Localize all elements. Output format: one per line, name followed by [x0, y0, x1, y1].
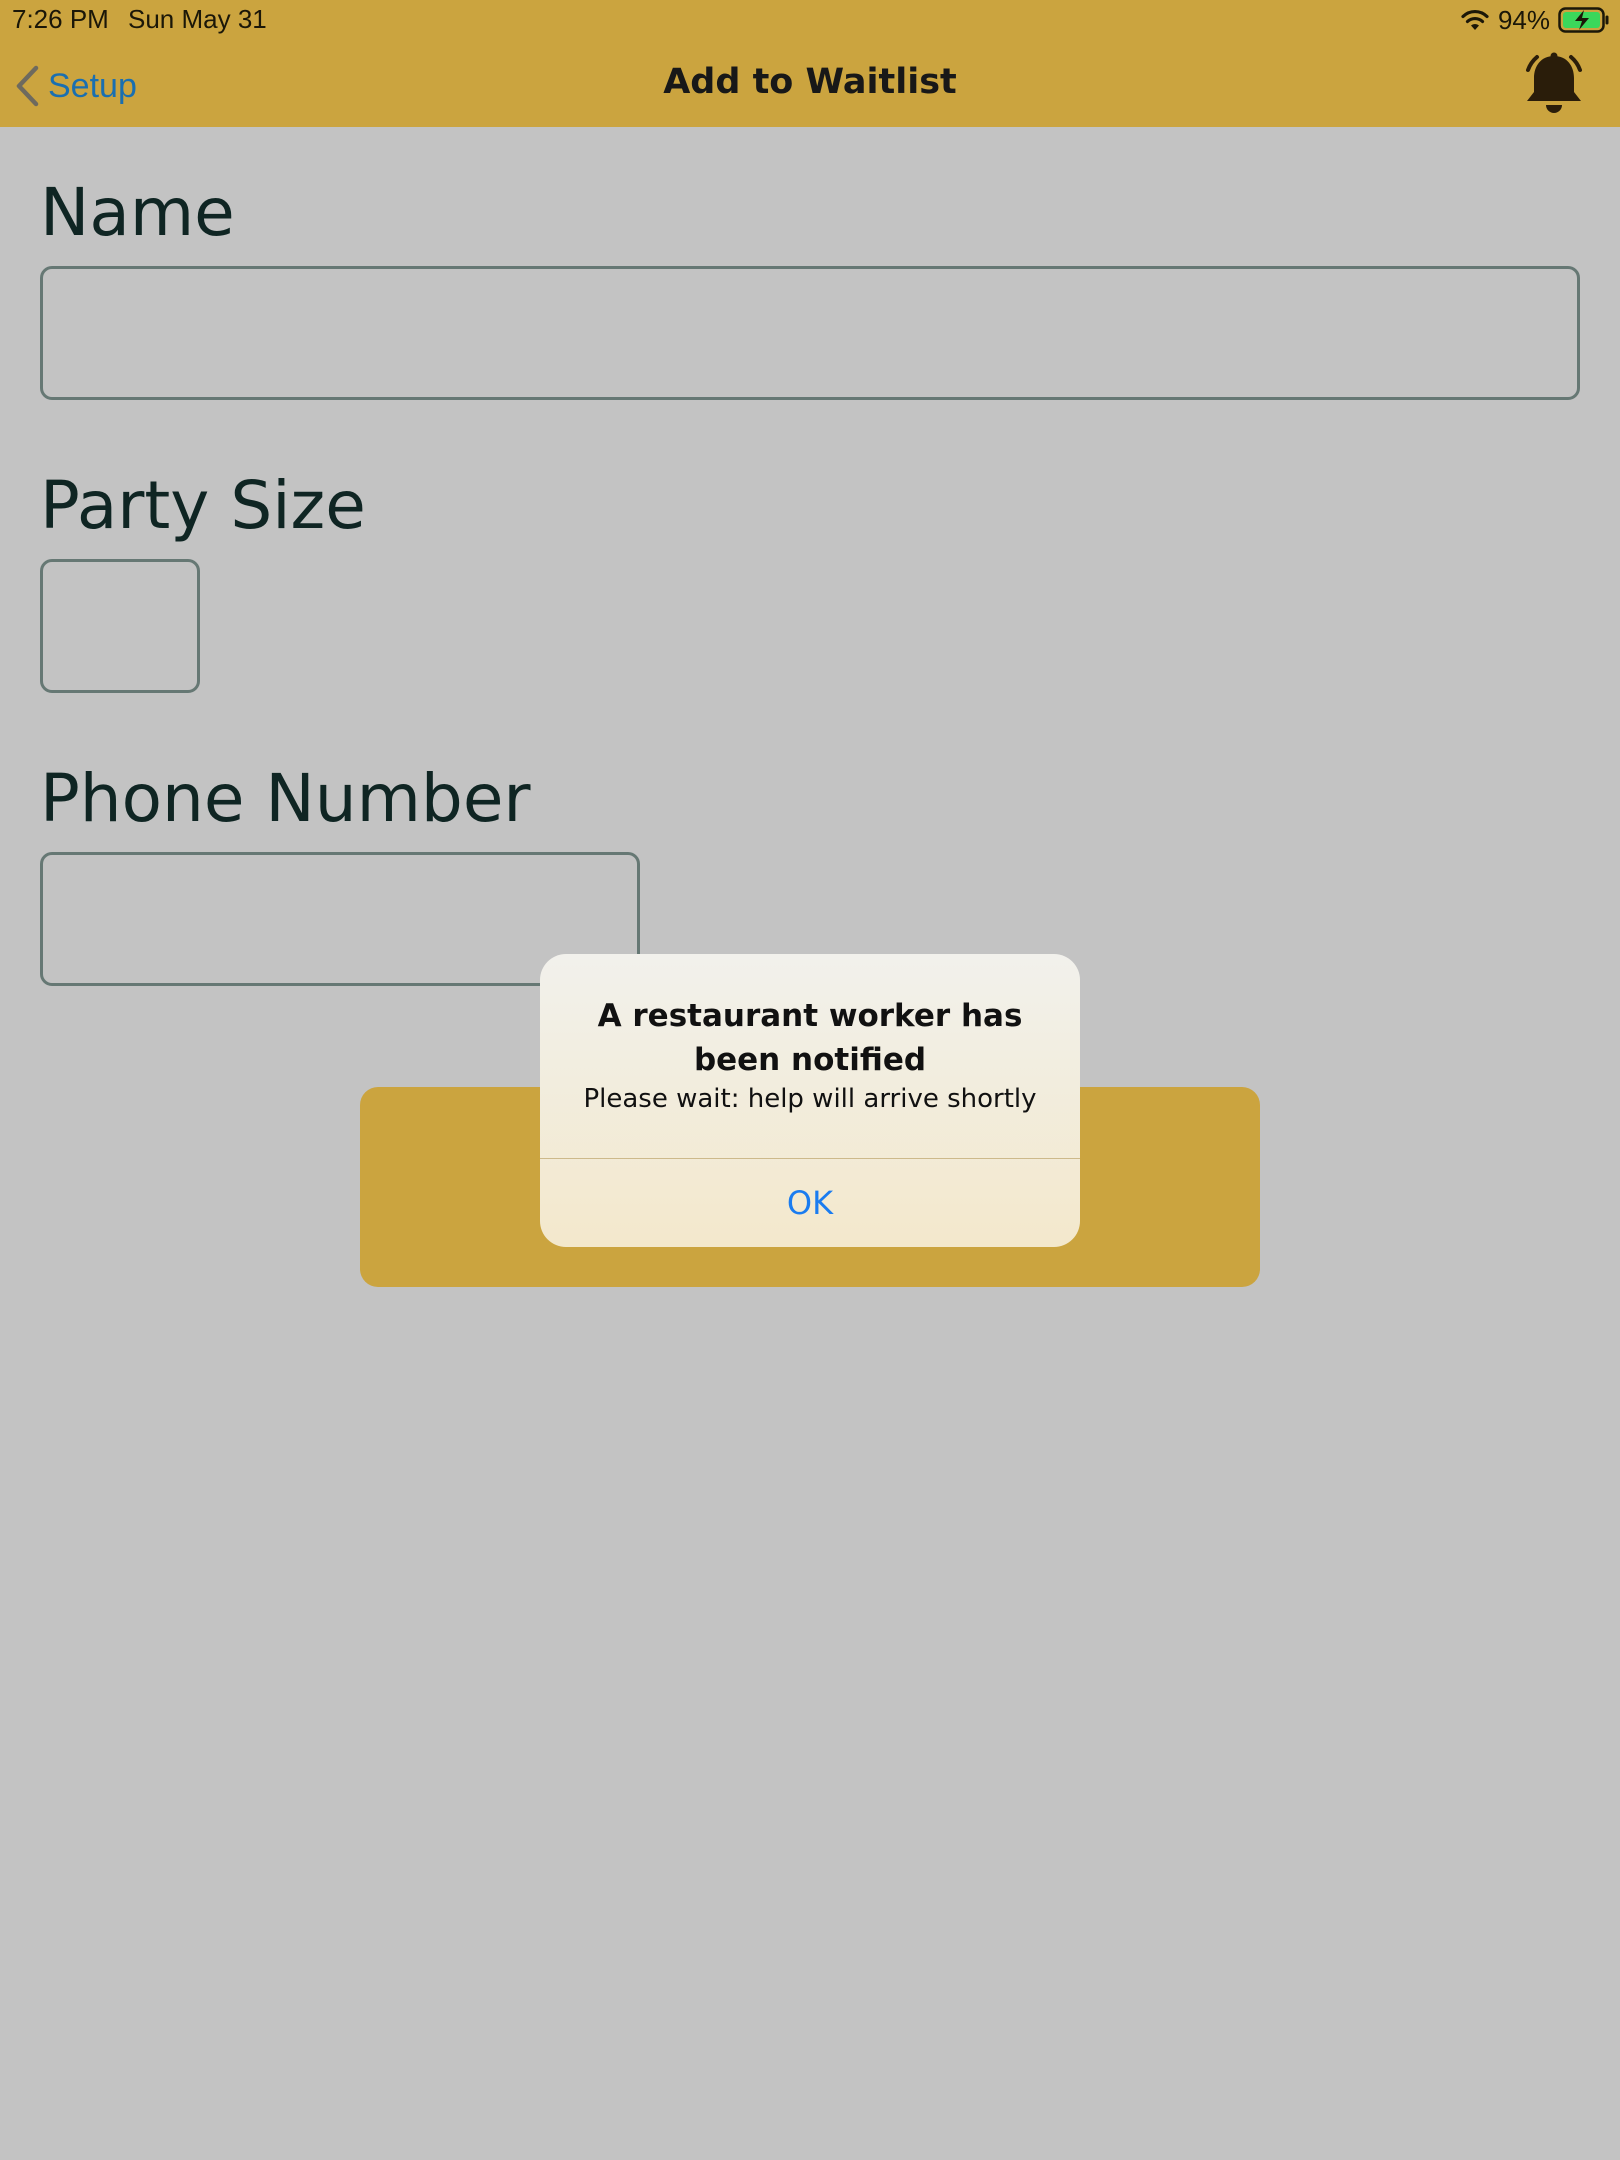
phone-number-label: Phone Number [40, 760, 531, 837]
status-date: Sun May 31 [128, 4, 267, 34]
alert-message: Please wait: help will arrive shortly [583, 1084, 1037, 1114]
name-input[interactable] [40, 266, 1580, 400]
battery-charging-icon [1558, 7, 1609, 33]
alert-title: A restaurant worker has been notified [597, 998, 1023, 1078]
navigation-bar: 7:26 PM Sun May 31 94% Setup Add to Wait… [0, 0, 1620, 127]
page-title: Add to Waitlist [663, 62, 957, 102]
party-size-input[interactable] [40, 559, 200, 693]
alert-ok-button[interactable]: OK [540, 1159, 1080, 1247]
alert-dialog: A restaurant worker has been notified Pl… [540, 954, 1080, 1247]
status-time: 7:26 PM [12, 4, 109, 34]
status-right: 94% [1460, 4, 1610, 36]
bell-icon[interactable] [1520, 50, 1588, 118]
battery-percent: 94% [1497, 4, 1550, 35]
party-size-label: Party Size [40, 467, 366, 544]
wifi-icon [1461, 9, 1489, 30]
name-label: Name [40, 174, 235, 251]
